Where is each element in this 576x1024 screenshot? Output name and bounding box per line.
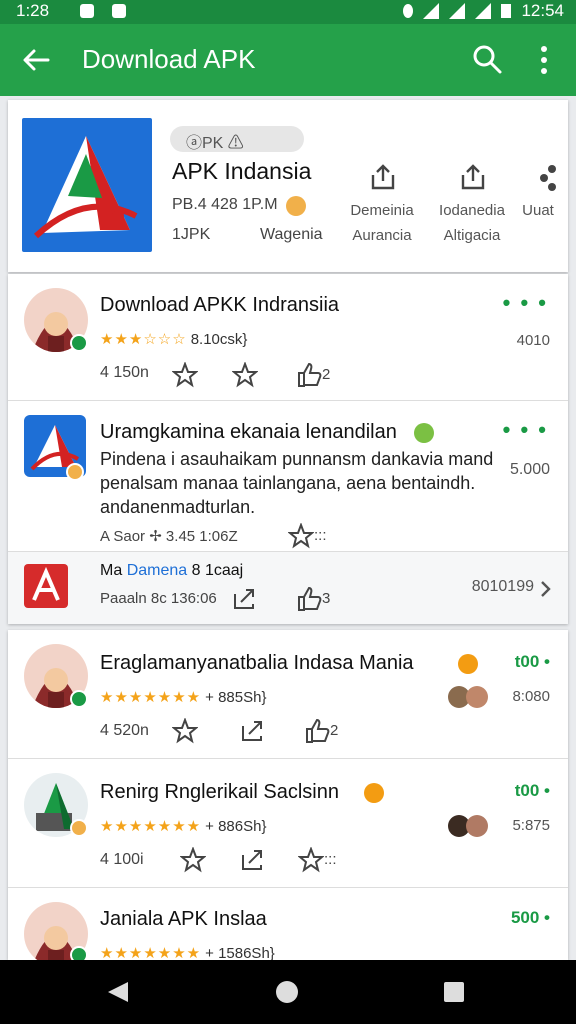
more-vert-icon[interactable]	[532, 42, 556, 78]
app-header-card: ⓐPK ⚠ APK Indansia PB.4 428 1P.M 1JPK Wa…	[8, 100, 568, 272]
item-meta: Paaaln 8c 136:06	[100, 590, 217, 607]
list-item[interactable]: Download APKK Indransiia ★★★☆☆☆ 8.10csk} …	[8, 274, 568, 400]
action-label: Demeinia Aurancia	[350, 202, 414, 244]
system-nav-bar	[0, 960, 576, 1024]
download-count: 4 100i	[100, 851, 144, 868]
like-count: 2	[322, 366, 331, 383]
item-title: Eraglamanyanatbalia Indasa Mania	[100, 652, 414, 674]
chevron-right-icon[interactable]	[540, 580, 552, 598]
action-label: Uuat	[522, 202, 554, 219]
badge-icon	[70, 819, 88, 837]
star-icon[interactable]	[232, 362, 258, 388]
app-meta: Wagenia	[260, 226, 323, 243]
notification-icon	[80, 4, 94, 18]
item-description: Pindena i asauhaikam punnansm dankavia m…	[100, 449, 494, 517]
download-count: 4 150n	[100, 364, 149, 381]
thumbs-up-icon[interactable]	[296, 586, 322, 612]
list-item[interactable]: Janiala APK Inslaa ★★★★★★★ + 1586Sh} 500 …	[8, 888, 568, 960]
item-value: 8010199	[471, 578, 534, 595]
nav-home-icon[interactable]	[276, 981, 298, 1003]
item-title: Download APKK Indransiia	[100, 294, 340, 316]
item-price: t00 •	[514, 652, 550, 671]
share-icon[interactable]	[232, 586, 258, 612]
star-rating: ★★★★★★★ + 886Sh}	[100, 818, 267, 835]
action-label: Iodanedia Altigacia	[439, 202, 505, 244]
user-avatar	[466, 686, 488, 708]
star-icon[interactable]	[180, 847, 206, 873]
item-title: Ma Damena 8 1caaj	[100, 562, 244, 579]
item-value: 5.000	[509, 461, 550, 478]
app-name: APK Indansia	[172, 158, 312, 184]
user-avatars	[448, 815, 490, 837]
signal-icon	[475, 3, 492, 19]
verified-badge-icon	[70, 690, 88, 708]
item-value: 8:080	[512, 688, 550, 705]
status-time: 1:28	[16, 1, 50, 20]
item-value: 4010	[516, 332, 550, 349]
like-count: 3	[322, 590, 331, 607]
thumbs-up-icon[interactable]	[304, 718, 330, 744]
user-avatars	[448, 686, 490, 708]
item-price: t00 •	[514, 781, 550, 800]
heart-icon	[364, 783, 384, 803]
heart-icon	[458, 654, 478, 674]
list-item[interactable]: Uramgkamina ekanaia lenandilan Pindena i…	[8, 401, 568, 551]
page-title: Download APK	[82, 44, 256, 74]
status-bar: 1:28 12:54	[0, 0, 576, 24]
share-icon[interactable]	[458, 162, 488, 192]
status-clock: 12:54	[521, 1, 564, 20]
list-item[interactable]: Eraglamanyanatbalia Indasa Mania ★★★★★★★…	[8, 630, 568, 758]
share-icon[interactable]	[240, 847, 266, 873]
app-meta: PB.4 428 1P.M	[172, 196, 278, 213]
emoji-icon	[286, 196, 306, 216]
action-count: :::	[314, 527, 327, 544]
item-value: 5:875	[512, 817, 550, 834]
share-icon[interactable]	[538, 162, 560, 192]
user-avatar	[466, 815, 488, 837]
app-meta: 1JPK	[172, 226, 211, 243]
share-icon[interactable]	[368, 162, 398, 192]
share-icon[interactable]	[240, 718, 266, 744]
like-count: 2	[330, 722, 339, 739]
badge-icon	[66, 463, 84, 481]
battery-icon	[501, 4, 512, 18]
verified-badge-icon	[70, 334, 88, 352]
emoji-icon	[414, 423, 434, 443]
nav-back-icon[interactable]	[108, 982, 128, 1002]
more-options-icon[interactable]: • • •	[503, 417, 548, 443]
star-icon[interactable]	[172, 718, 198, 744]
signal-icon	[449, 3, 466, 19]
star-icon[interactable]	[172, 362, 198, 388]
action-count: :::	[324, 851, 337, 868]
item-meta: A Saor ✢ 3.45 1:06Z	[100, 528, 238, 545]
verified-badge-icon	[70, 946, 88, 960]
thumbs-up-icon[interactable]	[296, 362, 322, 388]
star-rating: ★★★★★★★ + 885Sh}	[100, 689, 267, 706]
app-logo	[24, 564, 68, 608]
item-title: Uramgkamina ekanaia lenandilan	[100, 421, 397, 443]
wifi-icon	[423, 3, 440, 19]
apk-indonesia-logo	[22, 118, 152, 252]
download-count: 4 520n	[100, 722, 149, 739]
list-item[interactable]: Renirg Rnglerikail Saclsinn ★★★★★★★ + 886…	[8, 759, 568, 887]
more-options-icon[interactable]: • • •	[503, 290, 548, 316]
app-list-card: Eraglamanyanatbalia Indasa Mania ★★★★★★★…	[8, 630, 568, 960]
star-rating: ★★★☆☆☆ 8.10csk}	[100, 331, 248, 348]
star-icon[interactable]	[288, 523, 314, 549]
notification-icon	[112, 4, 126, 18]
star-icon[interactable]	[298, 847, 324, 873]
bluetooth-icon	[403, 4, 414, 18]
list-item[interactable]: Ma Damena 8 1caaj Paaaln 8c 136:06 3 801…	[8, 552, 568, 624]
app-tag-chip[interactable]: ⓐPK ⚠	[170, 126, 304, 152]
app-bar: Download APK	[0, 24, 576, 96]
back-arrow-icon[interactable]	[20, 44, 52, 76]
item-title: Renirg Rnglerikail Saclsinn	[100, 781, 339, 803]
item-price: 500 •	[510, 908, 550, 927]
app-list-card: Download APKK Indransiia ★★★☆☆☆ 8.10csk} …	[8, 274, 568, 624]
search-icon[interactable]	[470, 42, 504, 76]
star-rating: ★★★★★★★ + 1586Sh}	[100, 945, 275, 960]
item-title: Janiala APK Inslaa	[100, 908, 267, 930]
nav-recents-icon[interactable]	[444, 982, 464, 1002]
